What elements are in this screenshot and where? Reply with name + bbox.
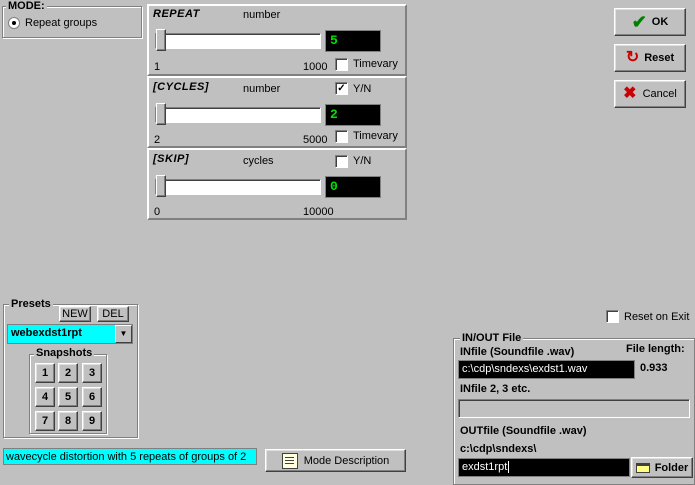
param-unit: cycles bbox=[243, 155, 274, 167]
outfile-directory: c:\cdp\sndexs\ bbox=[460, 443, 537, 455]
param-title: [SKIP] bbox=[153, 153, 189, 165]
timevary-checkbox[interactable] bbox=[335, 130, 348, 143]
cancel-button-label: Cancel bbox=[642, 88, 677, 100]
param-min-label: 2 bbox=[154, 134, 161, 146]
param-unit: number bbox=[243, 83, 281, 95]
snapshot-button-3[interactable]: 3 bbox=[82, 363, 102, 383]
file-length-label: File length: bbox=[626, 343, 685, 355]
param-max-label: 10000 bbox=[303, 206, 334, 218]
param-slider[interactable] bbox=[155, 107, 321, 123]
param-panel-repeat: REPEAT number 5 1 1000 Timevary bbox=[147, 4, 407, 76]
reset-button-label: Reset bbox=[644, 52, 675, 64]
snapshot-button-5[interactable]: 5 bbox=[58, 387, 78, 407]
param-value-box[interactable]: 5 bbox=[325, 30, 381, 52]
preset-new-button[interactable]: NEW bbox=[59, 306, 91, 322]
slider-thumb[interactable] bbox=[156, 103, 166, 125]
checkmark-icon: ✔ bbox=[631, 12, 647, 32]
param-value-box[interactable]: 2 bbox=[325, 104, 381, 126]
folder-button[interactable]: Folder bbox=[631, 457, 693, 478]
radio-selected-icon bbox=[8, 17, 20, 29]
param-max-label: 1000 bbox=[303, 61, 328, 73]
presets-title: Presets bbox=[9, 298, 53, 310]
io-title: IN/OUT File bbox=[460, 332, 524, 344]
param-min-label: 0 bbox=[154, 206, 161, 218]
snapshot-button-6[interactable]: 6 bbox=[82, 387, 102, 407]
slider-thumb[interactable] bbox=[156, 175, 166, 197]
cancel-button[interactable]: ✖ Cancel bbox=[614, 80, 686, 108]
snapshot-button-1[interactable]: 1 bbox=[35, 363, 55, 383]
snapshot-button-9[interactable]: 9 bbox=[82, 411, 102, 431]
param-min-label: 1 bbox=[154, 61, 161, 73]
snapshots-title: Snapshots bbox=[34, 347, 95, 359]
folder-button-label: Folder bbox=[654, 461, 689, 474]
infile2-label: INfile 2, 3 etc. bbox=[460, 383, 531, 395]
file-length-value: 0.933 bbox=[640, 362, 668, 374]
chevron-down-icon[interactable]: ▼ bbox=[115, 325, 132, 343]
text-cursor bbox=[508, 461, 510, 474]
mode-title: MODE: bbox=[6, 0, 47, 12]
param-value-box[interactable]: 0 bbox=[325, 176, 381, 198]
param-title: [CYCLES] bbox=[153, 81, 209, 93]
timevary-checkbox[interactable] bbox=[335, 58, 348, 71]
snapshot-button-2[interactable]: 2 bbox=[58, 363, 78, 383]
mode-radio-repeat-groups[interactable]: Repeat groups bbox=[8, 17, 97, 29]
preset-select[interactable]: webexdst1rpt ▼ bbox=[7, 324, 133, 344]
snapshot-button-4[interactable]: 4 bbox=[35, 387, 55, 407]
mode-description-button[interactable]: Mode Description bbox=[265, 449, 406, 472]
reset-on-exit-checkbox[interactable] bbox=[606, 310, 619, 323]
notepad-icon bbox=[281, 452, 298, 469]
preset-del-button[interactable]: DEL bbox=[97, 306, 129, 322]
slider-thumb[interactable] bbox=[156, 29, 166, 51]
param-title: REPEAT bbox=[153, 8, 200, 20]
snapshot-button-7[interactable]: 7 bbox=[35, 411, 55, 431]
yn-label: Y/N bbox=[353, 83, 372, 95]
outfile-label: OUTfile (Soundfile .wav) bbox=[460, 425, 587, 437]
yn-checkbox[interactable] bbox=[335, 155, 348, 168]
mode-description-text: wavecycle distortion with 5 repeats of g… bbox=[3, 448, 257, 465]
close-icon: ✖ bbox=[623, 85, 637, 102]
mode-radio-label: Repeat groups bbox=[25, 17, 98, 29]
reset-button[interactable]: ↻ Reset bbox=[614, 44, 686, 72]
infile-field[interactable]: c:\cdp\sndexs\exdst1.wav bbox=[458, 360, 635, 379]
timevary-label: Timevary bbox=[353, 130, 398, 142]
param-slider[interactable] bbox=[155, 179, 321, 195]
infile2-field[interactable] bbox=[458, 399, 690, 418]
preset-select-value: webexdst1rpt bbox=[11, 327, 82, 339]
ok-button-label: OK bbox=[651, 16, 669, 28]
infile-label: INfile (Soundfile .wav) bbox=[460, 346, 575, 358]
mode-description-button-label: Mode Description bbox=[303, 454, 390, 467]
folder-icon bbox=[635, 462, 650, 473]
outfile-value: exdst1rpt bbox=[462, 461, 508, 473]
yn-label: Y/N bbox=[353, 155, 372, 167]
yn-checkbox[interactable]: ✓ bbox=[335, 82, 348, 95]
param-panel-cycles: [CYCLES] number ✓ Y/N 2 2 5000 Timevary bbox=[147, 76, 407, 148]
outfile-field[interactable]: exdst1rpt bbox=[458, 458, 630, 477]
timevary-label: Timevary bbox=[353, 58, 398, 70]
ok-button[interactable]: ✔ OK bbox=[614, 8, 686, 36]
param-unit: number bbox=[243, 9, 281, 21]
param-max-label: 5000 bbox=[303, 134, 328, 146]
param-panel-skip: [SKIP] cycles Y/N 0 0 10000 bbox=[147, 148, 407, 220]
snapshot-button-8[interactable]: 8 bbox=[58, 411, 78, 431]
reset-icon: ↻ bbox=[625, 49, 640, 66]
reset-on-exit-label: Reset on Exit bbox=[624, 311, 690, 323]
param-slider[interactable] bbox=[155, 33, 321, 49]
